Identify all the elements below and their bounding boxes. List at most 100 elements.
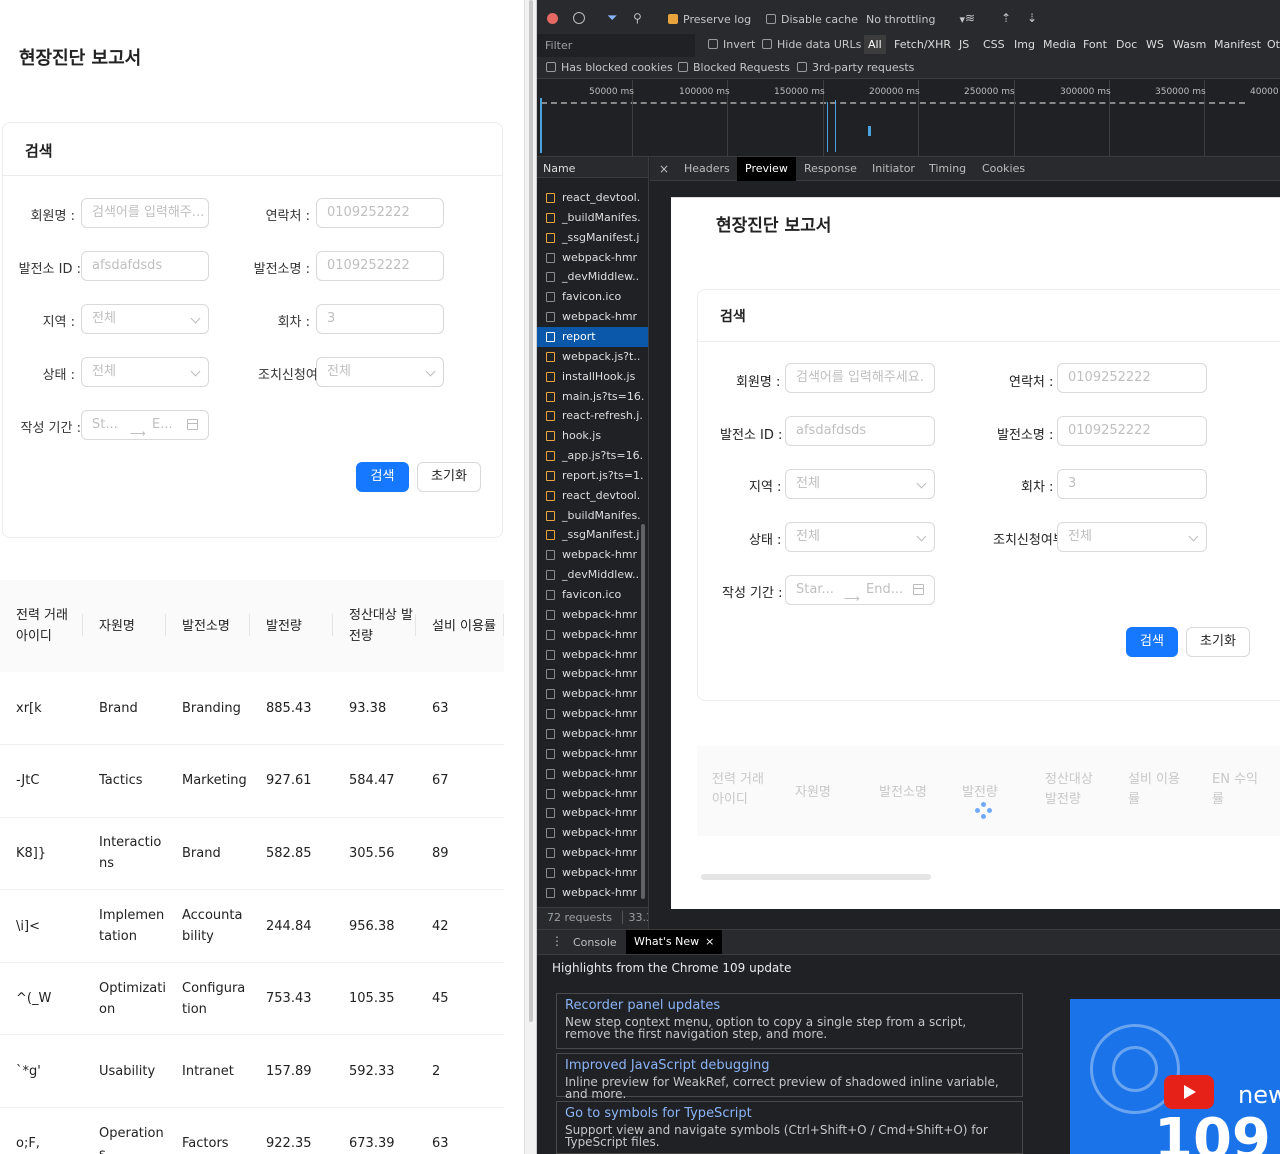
request-row[interactable]: installHook.js (537, 367, 648, 387)
request-row[interactable]: webpack-hmr (537, 803, 648, 823)
plant-id-input[interactable]: afsdafdsds (81, 251, 209, 281)
table-row[interactable]: K8]} Interactions Brand 582.85 305.56 89 (0, 817, 504, 891)
request-row[interactable]: react-refresh.j. (537, 406, 648, 426)
request-row[interactable]: webpack-hmr (537, 605, 648, 625)
request-row[interactable]: webpack-hmr (537, 545, 648, 565)
pane-splitter[interactable] (524, 0, 537, 1154)
request-row[interactable]: _ssgManifest.j (537, 525, 648, 545)
type-filter-wasm[interactable]: Wasm (1173, 38, 1206, 51)
request-row[interactable]: favicon.ico (537, 287, 648, 307)
whats-new-item[interactable]: Recorder panel updates New step context … (556, 993, 1023, 1049)
tab-initiator[interactable]: Initiator (872, 157, 915, 181)
request-row[interactable]: favicon.ico (537, 585, 648, 605)
type-filter-doc[interactable]: Doc (1116, 38, 1137, 51)
blocked-requests-checkbox[interactable]: Blocked Requests (678, 61, 790, 74)
column-header[interactable]: 정산대상 발전량 (333, 580, 416, 672)
hide-data-urls-checkbox[interactable]: Hide data URLs (762, 38, 861, 51)
request-row[interactable]: webpack-hmr (537, 645, 648, 665)
request-row[interactable]: webpack-hmr (537, 684, 648, 704)
reset-button[interactable]: 초기화 (417, 462, 481, 492)
request-row[interactable]: webpack.js?t.. (537, 347, 648, 367)
network-conditions-icon[interactable]: ≋ (965, 11, 975, 25)
play-button-icon[interactable] (1164, 1075, 1214, 1109)
request-row[interactable]: webpack-hmr (537, 784, 648, 804)
request-row[interactable]: main.js?ts=16. (537, 387, 648, 407)
request-row[interactable]: webpack-hmr (537, 843, 648, 863)
third-party-checkbox[interactable]: 3rd-party requests (797, 61, 914, 74)
name-column-header[interactable]: Name (537, 157, 648, 178)
tab-response[interactable]: Response (804, 157, 857, 181)
export-har-icon[interactable]: ⇣ (1027, 11, 1037, 25)
type-filter-img[interactable]: Img (1014, 38, 1035, 51)
tab-console[interactable]: Console (573, 936, 617, 949)
whats-new-item[interactable]: Go to symbols for TypeScript Support vie… (556, 1101, 1023, 1154)
request-row[interactable]: webpack-hmr (537, 883, 648, 903)
whats-new-video-thumbnail[interactable]: new 109 (1070, 999, 1280, 1154)
round-input[interactable]: 3 (316, 304, 444, 334)
search-button[interactable]: 검색 (356, 462, 409, 492)
request-row[interactable]: _buildManifes. (537, 506, 648, 526)
plant-name-input[interactable]: 0109252222 (316, 251, 444, 281)
request-row[interactable]: webpack-hmr (537, 307, 648, 327)
blocked-cookies-checkbox[interactable]: Has blocked cookies (546, 61, 673, 74)
filter-icon[interactable]: ⏷ (607, 11, 617, 26)
request-row[interactable]: webpack-hmr (537, 664, 648, 684)
request-row[interactable]: react_devtool. (537, 486, 648, 506)
column-header[interactable]: 발전량 (250, 580, 333, 672)
preserve-log-checkbox[interactable]: Preserve log (668, 13, 751, 26)
tab-timing[interactable]: Timing (929, 157, 966, 181)
type-filter-ws[interactable]: WS (1146, 38, 1164, 51)
request-row[interactable]: report.js?ts=1. (537, 466, 648, 486)
request-row[interactable]: webpack-hmr (537, 248, 648, 268)
import-har-icon[interactable]: ⇡ (1001, 11, 1011, 25)
tab-headers[interactable]: Headers (684, 157, 730, 181)
table-row[interactable]: \i]< Implementation Accountability 244.84 95… (0, 889, 504, 963)
status-select[interactable]: 전체 (81, 357, 209, 387)
table-row[interactable]: `*g' Usability Intranet 157.89 592.33 2 (0, 1034, 504, 1109)
type-filter-font[interactable]: Font (1083, 38, 1107, 51)
table-row[interactable]: xr[k Brand Branding 885.43 93.38 63 (0, 672, 504, 746)
action-request-select[interactable]: 전체 (316, 357, 444, 387)
more-options-icon[interactable]: ⋮ (551, 934, 563, 948)
table-row[interactable]: -JtC Tactics Marketing 927.61 584.47 67 (0, 744, 504, 818)
record-icon[interactable] (547, 13, 558, 24)
region-select[interactable]: 전체 (81, 304, 209, 334)
request-row[interactable]: _ssgManifest.j (537, 228, 648, 248)
type-filter-fetch[interactable]: Fetch/XHR (894, 38, 951, 51)
table-row[interactable]: ^(_W Optimization Configuration 753.43 105.3… (0, 962, 504, 1036)
period-range-picker[interactable]: St... ⟶ E... (81, 410, 209, 440)
tab-whats-new[interactable]: What's New × (626, 930, 723, 954)
request-row[interactable]: _devMiddlew.. (537, 267, 648, 287)
search-icon[interactable]: ⚲ (633, 11, 642, 25)
type-filter-media[interactable]: Media (1043, 38, 1076, 51)
column-header[interactable]: 전력 거래 아이디 (0, 580, 83, 672)
request-row[interactable]: webpack-hmr (537, 823, 648, 843)
request-row[interactable]: webpack-hmr (537, 744, 648, 764)
request-row[interactable]: webpack-hmr (537, 625, 648, 645)
column-header[interactable]: 자원명 (83, 580, 166, 672)
table-row[interactable]: o;F,OperationsFactors922.35673.3963 (0, 1107, 504, 1154)
column-header[interactable]: 발전소명 (166, 580, 250, 672)
request-row[interactable]: webpack-hmr (537, 724, 648, 744)
scrollbar-thumb[interactable] (529, 0, 533, 1022)
member-name-input[interactable]: 검색어를 입력해주... (81, 198, 209, 228)
contact-input[interactable]: 0109252222 (316, 198, 444, 228)
request-row[interactable]: _buildManifes. (537, 208, 648, 228)
close-icon[interactable]: × (659, 157, 669, 181)
type-filter-other[interactable]: Ot (1267, 38, 1280, 51)
request-row[interactable]: report (537, 326, 648, 347)
close-icon[interactable]: × (705, 935, 714, 948)
invert-checkbox[interactable]: Invert (708, 38, 755, 51)
tab-preview[interactable]: Preview (737, 157, 796, 181)
request-row[interactable]: react_devtool. (537, 188, 648, 208)
request-row[interactable]: webpack-hmr (537, 704, 648, 724)
tab-cookies[interactable]: Cookies (982, 157, 1025, 181)
request-row[interactable]: _devMiddlew.. (537, 565, 648, 585)
type-filter-js[interactable]: JS (959, 38, 969, 51)
column-header[interactable]: 설비 이용률 (416, 580, 504, 672)
scrollbar-thumb[interactable] (641, 524, 645, 899)
type-filter-css[interactable]: CSS (983, 38, 1005, 51)
request-row[interactable]: _app.js?ts=16. (537, 446, 648, 466)
throttling-select[interactable]: No throttling ▾ (866, 13, 965, 26)
request-row[interactable]: webpack-hmr (537, 764, 648, 784)
